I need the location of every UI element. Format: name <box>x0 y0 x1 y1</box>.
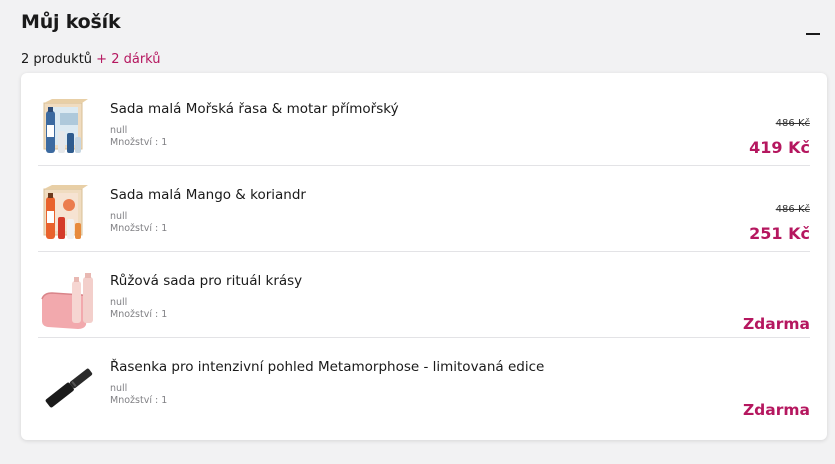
item-price: 419 Kč <box>749 138 810 157</box>
cart-summary: 2 produktů + 2 dárků <box>21 52 161 67</box>
item-variant: null <box>110 211 128 222</box>
item-quantity: Množství : 1 <box>110 223 168 234</box>
item-old-price: 486 Kč <box>775 118 810 129</box>
cart-item: Sada malá Mango & koriandr null Množství… <box>38 165 810 251</box>
item-name[interactable]: Sada malá Mořská řasa & motar přímořský <box>110 101 399 117</box>
item-name[interactable]: Řasenka pro intenzivní pohled Metamorpho… <box>110 359 544 375</box>
gifts-count: + 2 dárků <box>96 52 161 67</box>
gift-box-sea-icon <box>38 97 102 157</box>
item-variant: null <box>110 297 128 308</box>
gift-box-mango-icon <box>38 183 102 243</box>
item-quantity: Množství : 1 <box>110 137 168 148</box>
cart-header: Můj košík 2 produktů + 2 dárků <box>21 8 835 68</box>
cart-title: Můj košík <box>21 11 121 33</box>
cart-item: Růžová sada pro rituál krásy null Množst… <box>38 251 810 337</box>
collapse-button[interactable] <box>803 24 823 44</box>
cart-items-card: Sada malá Mořská řasa & motar přímořský … <box>21 73 827 440</box>
cart-item: Řasenka pro intenzivní pohled Metamorpho… <box>38 337 810 423</box>
pink-pouch-icon <box>38 269 102 329</box>
cart-item: Sada malá Mořská řasa & motar přímořský … <box>38 79 810 165</box>
item-quantity: Množství : 1 <box>110 309 168 320</box>
item-name[interactable]: Sada malá Mango & koriandr <box>110 187 306 203</box>
item-variant: null <box>110 383 128 394</box>
item-price: 251 Kč <box>749 224 810 243</box>
item-free-label: Zdarma <box>742 401 810 419</box>
item-quantity: Množství : 1 <box>110 395 168 406</box>
item-variant: null <box>110 125 128 136</box>
item-old-price: 486 Kč <box>775 204 810 215</box>
item-name[interactable]: Růžová sada pro rituál krásy <box>110 273 302 289</box>
mascara-icon <box>38 355 102 415</box>
item-free-label: Zdarma <box>742 315 810 333</box>
products-count: 2 produktů <box>21 52 93 67</box>
